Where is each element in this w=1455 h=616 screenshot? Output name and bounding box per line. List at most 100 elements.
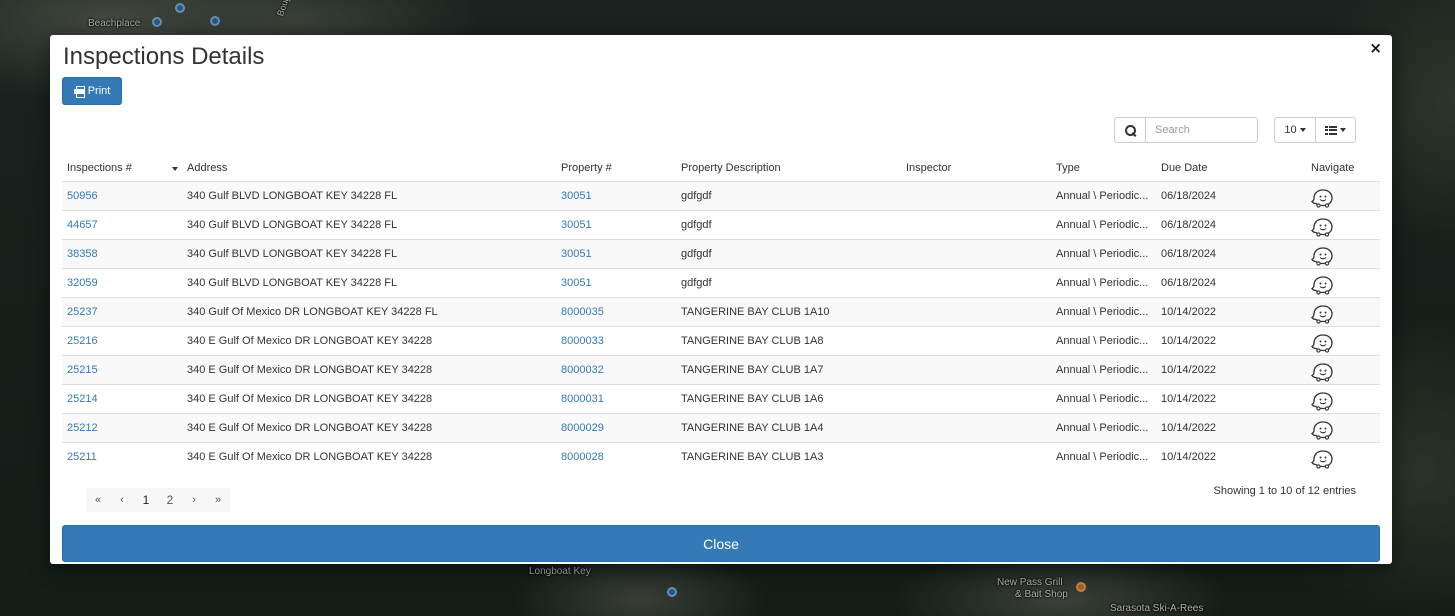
inspection-number-link[interactable]: 25216 xyxy=(67,335,98,347)
inspection-number-link[interactable]: 50956 xyxy=(67,190,98,202)
cell-navigate xyxy=(1306,412,1380,442)
column-header-address[interactable]: Address xyxy=(182,155,556,182)
inspection-number-link[interactable]: 32059 xyxy=(67,277,98,289)
cell-inspector xyxy=(901,441,1051,471)
property-number-link[interactable]: 8000028 xyxy=(561,451,604,463)
cell-property-number: 30051 xyxy=(556,267,676,297)
property-number-link[interactable]: 8000029 xyxy=(561,422,604,434)
inspection-number-link[interactable]: 25215 xyxy=(67,364,98,376)
column-header-property-number[interactable]: Property # xyxy=(556,155,676,182)
table-row: 25212 340 E Gulf Of Mexico DR LONGBOAT KE… xyxy=(62,412,1380,442)
cell-type: Annual \ Periodic... xyxy=(1051,296,1156,326)
chevron-down-icon xyxy=(1299,128,1306,132)
cell-navigate xyxy=(1306,180,1380,210)
cell-due-date: 10/14/2022 xyxy=(1156,325,1306,355)
cell-property-description: gdfgdf xyxy=(676,180,901,210)
waze-navigate-icon[interactable] xyxy=(1311,188,1335,208)
cell-inspection-number: 50956 xyxy=(62,180,182,210)
inspection-number-link[interactable]: 44657 xyxy=(67,219,98,231)
cell-type: Annual \ Periodic... xyxy=(1051,354,1156,384)
column-header-type[interactable]: Type xyxy=(1051,155,1156,182)
columns-toggle-button[interactable] xyxy=(1316,117,1356,143)
table-toolbar-buttons: 10 xyxy=(1274,117,1356,143)
column-header-inspection-number[interactable]: Inspections # xyxy=(62,155,182,182)
inspection-number-link[interactable]: 25212 xyxy=(67,422,98,434)
cell-due-date: 06/18/2024 xyxy=(1156,209,1306,239)
cell-type: Annual \ Periodic... xyxy=(1051,209,1156,239)
chevron-down-icon xyxy=(1340,128,1346,132)
waze-navigate-icon[interactable] xyxy=(1311,217,1335,237)
cell-due-date: 10/14/2022 xyxy=(1156,412,1306,442)
search-addon xyxy=(1114,117,1145,143)
list-icon xyxy=(1325,125,1337,135)
cell-due-date: 10/14/2022 xyxy=(1156,354,1306,384)
cell-property-description: gdfgdf xyxy=(676,209,901,239)
inspection-number-link[interactable]: 25237 xyxy=(67,306,98,318)
cell-property-number: 8000035 xyxy=(556,296,676,326)
waze-navigate-icon[interactable] xyxy=(1311,362,1335,382)
pagination-first[interactable]: « xyxy=(86,488,110,512)
cell-inspector xyxy=(901,209,1051,239)
modal-close-icon[interactable]: × xyxy=(1369,39,1382,57)
printer-icon xyxy=(73,86,85,98)
cell-navigate xyxy=(1306,296,1380,326)
cell-navigate xyxy=(1306,267,1380,297)
inspection-number-link[interactable]: 38358 xyxy=(67,248,98,260)
pagination-page-2[interactable]: 2 xyxy=(158,488,182,512)
cell-type: Annual \ Periodic... xyxy=(1051,325,1156,355)
cell-due-date: 10/14/2022 xyxy=(1156,296,1306,326)
waze-navigate-icon[interactable] xyxy=(1311,449,1335,469)
print-button-label: Print xyxy=(87,85,111,97)
close-button[interactable]: Close xyxy=(62,525,1380,562)
column-header-inspector[interactable]: Inspector xyxy=(901,155,1051,182)
property-number-link[interactable]: 8000031 xyxy=(561,393,604,405)
cell-property-description: gdfgdf xyxy=(676,267,901,297)
property-number-link[interactable]: 8000032 xyxy=(561,364,604,376)
cell-inspector xyxy=(901,354,1051,384)
cell-due-date: 06/18/2024 xyxy=(1156,180,1306,210)
pagination-last[interactable]: » xyxy=(206,488,230,512)
table-row: 25215 340 E Gulf Of Mexico DR LONGBOAT KE… xyxy=(62,354,1380,384)
cell-inspection-number: 32059 xyxy=(62,267,182,297)
cell-navigate xyxy=(1306,441,1380,471)
sort-desc-icon xyxy=(172,167,178,171)
page-size-value: 10 xyxy=(1284,124,1297,136)
property-number-link[interactable]: 8000033 xyxy=(561,335,604,347)
print-button[interactable]: Print xyxy=(62,77,122,105)
search-input[interactable] xyxy=(1145,117,1258,143)
pagination-page-1[interactable]: 1 xyxy=(134,488,158,512)
cell-due-date: 06/18/2024 xyxy=(1156,238,1306,268)
cell-property-number: 30051 xyxy=(556,238,676,268)
cell-property-number: 30051 xyxy=(556,209,676,239)
property-number-link[interactable]: 30051 xyxy=(561,248,592,260)
cell-due-date: 06/18/2024 xyxy=(1156,267,1306,297)
inspection-number-link[interactable]: 25214 xyxy=(67,393,98,405)
waze-navigate-icon[interactable] xyxy=(1311,420,1335,440)
cell-inspector xyxy=(901,412,1051,442)
cell-property-description: gdfgdf xyxy=(676,238,901,268)
pagination-next[interactable]: › xyxy=(182,488,206,512)
cell-inspector xyxy=(901,296,1051,326)
waze-navigate-icon[interactable] xyxy=(1311,333,1335,353)
waze-navigate-icon[interactable] xyxy=(1311,275,1335,295)
pagination-prev[interactable]: ‹ xyxy=(110,488,134,512)
cell-address: 340 E Gulf Of Mexico DR LONGBOAT KEY 342… xyxy=(182,383,556,413)
cell-property-description: TANGERINE BAY CLUB 1A8 xyxy=(676,325,901,355)
pagination: « ‹ 1 2 › » xyxy=(86,488,230,512)
inspection-number-link[interactable]: 25211 xyxy=(67,451,97,463)
page-size-dropdown[interactable]: 10 xyxy=(1274,117,1316,143)
column-header-due-date[interactable]: Due Date xyxy=(1156,155,1306,182)
column-header-property-description[interactable]: Property Description xyxy=(676,155,901,182)
cell-inspection-number: 25216 xyxy=(62,325,182,355)
cell-property-number: 8000032 xyxy=(556,354,676,384)
waze-navigate-icon[interactable] xyxy=(1311,246,1335,266)
cell-property-number: 8000033 xyxy=(556,325,676,355)
cell-inspection-number: 25215 xyxy=(62,354,182,384)
property-number-link[interactable]: 30051 xyxy=(561,219,592,231)
property-number-link[interactable]: 8000035 xyxy=(561,306,604,318)
property-number-link[interactable]: 30051 xyxy=(561,190,592,202)
waze-navigate-icon[interactable] xyxy=(1311,304,1335,324)
cell-address: 340 Gulf BLVD LONGBOAT KEY 34228 FL xyxy=(182,209,556,239)
waze-navigate-icon[interactable] xyxy=(1311,391,1335,411)
property-number-link[interactable]: 30051 xyxy=(561,277,592,289)
